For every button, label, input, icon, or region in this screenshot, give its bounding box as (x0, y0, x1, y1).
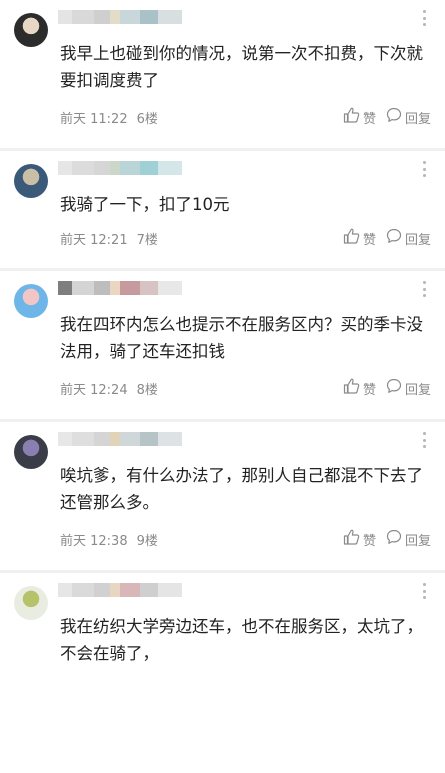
more-options-icon[interactable] (423, 583, 427, 599)
comment-time: 前天 11:22 (60, 112, 128, 127)
comment-actions: 赞 回复 (333, 228, 431, 248)
comment-actions: 赞 回复 (333, 529, 431, 549)
reply-button[interactable]: 回复 (386, 228, 431, 248)
like-label: 赞 (362, 382, 376, 398)
comment-text: 我在四环内怎么也提示不在服务区内？买的季卡没法用，骑了还车还扣钱 (60, 315, 423, 361)
username-blurred[interactable] (58, 161, 182, 175)
comment-meta: 前天 11:22 6楼 (60, 108, 158, 127)
comment-text: 我在纺织大学旁边还车，也不在服务区，太坑了，不会在骑了， (60, 617, 423, 663)
comment-actions: 赞 回复 (333, 107, 431, 127)
like-label: 赞 (362, 111, 376, 127)
reply-label: 回复 (404, 232, 431, 248)
comment-item: 我骑了一下，扣了10元 前天 12:21 7楼 赞 回复 (0, 151, 445, 268)
comment-meta: 前天 12:21 7楼 (60, 229, 158, 248)
thumbs-up-icon (343, 529, 363, 549)
user-avatar[interactable] (14, 164, 48, 198)
floor-number: 6楼 (136, 112, 158, 127)
more-options-icon[interactable] (423, 10, 427, 26)
user-avatar[interactable] (14, 435, 48, 469)
comment-time: 前天 12:21 (60, 233, 128, 248)
user-avatar[interactable] (14, 284, 48, 318)
comment-item: 我在四环内怎么也提示不在服务区内？买的季卡没法用，骑了还车还扣钱 前天 12:2… (0, 271, 445, 419)
comment-text: 我早上也碰到你的情况，说第一次不扣费，下次就要扣调度费了 (60, 44, 423, 90)
reply-label: 回复 (404, 533, 431, 549)
reply-button[interactable]: 回复 (386, 107, 431, 127)
username-blurred[interactable] (58, 432, 182, 446)
more-options-icon[interactable] (423, 161, 427, 177)
reply-button[interactable]: 回复 (386, 378, 431, 398)
like-button[interactable]: 赞 (343, 378, 376, 398)
comment-item: 唉坑爹，有什么办法了，那别人自己都混不下去了还管那么多。 前天 12:38 9楼 … (0, 422, 445, 570)
username-blurred[interactable] (58, 281, 182, 295)
like-label: 赞 (362, 232, 376, 248)
thumbs-up-icon (343, 107, 363, 127)
speech-bubble-icon (386, 378, 405, 398)
comment-item: 我在纺织大学旁边还车，也不在服务区，太坑了，不会在骑了， (0, 573, 445, 773)
like-button[interactable]: 赞 (343, 529, 376, 549)
comment-text: 我骑了一下，扣了10元 (60, 195, 230, 214)
reply-label: 回复 (404, 111, 431, 127)
comment-text: 唉坑爹，有什么办法了，那别人自己都混不下去了还管那么多。 (60, 466, 423, 512)
comment-time: 前天 12:24 (60, 383, 128, 398)
speech-bubble-icon (386, 529, 405, 549)
floor-number: 9楼 (136, 534, 158, 549)
comment-list: 我早上也碰到你的情况，说第一次不扣费，下次就要扣调度费了 前天 11:22 6楼 … (0, 0, 445, 773)
username-blurred[interactable] (58, 583, 182, 597)
comment-meta: 前天 12:24 8楼 (60, 379, 158, 398)
reply-label: 回复 (404, 382, 431, 398)
floor-number: 8楼 (136, 383, 158, 398)
comment-actions: 赞 回复 (333, 378, 431, 398)
comment-item: 我早上也碰到你的情况，说第一次不扣费，下次就要扣调度费了 前天 11:22 6楼 … (0, 0, 445, 148)
user-avatar[interactable] (14, 586, 48, 620)
thumbs-up-icon (343, 378, 363, 398)
more-options-icon[interactable] (423, 432, 427, 448)
speech-bubble-icon (386, 107, 405, 127)
more-options-icon[interactable] (423, 281, 427, 297)
username-blurred[interactable] (58, 10, 182, 24)
speech-bubble-icon (386, 228, 405, 248)
user-avatar[interactable] (14, 13, 48, 47)
reply-button[interactable]: 回复 (386, 529, 431, 549)
like-button[interactable]: 赞 (343, 228, 376, 248)
floor-number: 7楼 (136, 233, 158, 248)
like-label: 赞 (362, 533, 376, 549)
thumbs-up-icon (343, 228, 363, 248)
comment-time: 前天 12:38 (60, 534, 128, 549)
comment-meta: 前天 12:38 9楼 (60, 530, 158, 549)
like-button[interactable]: 赞 (343, 107, 376, 127)
